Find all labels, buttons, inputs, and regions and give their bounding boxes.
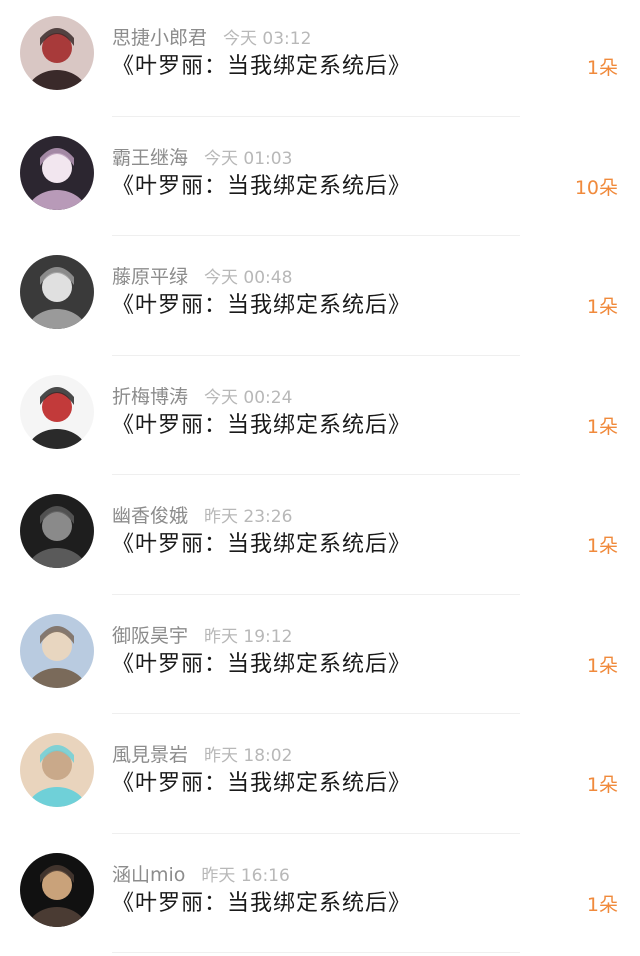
gift-row[interactable]: 御阪昊宇 昨天 19:12 《叶罗丽：当我绑定系统后》 1朵 [0,598,640,718]
avatar-image [20,135,94,210]
book-title[interactable]: 《叶罗丽：当我绑定系统后》 [112,409,411,443]
user-avatar[interactable] [20,255,94,329]
flower-count: 1朵 [586,893,618,916]
book-title[interactable]: 《叶罗丽：当我绑定系统后》 [112,648,411,682]
timestamp: 昨天 18:02 [204,746,293,766]
gift-row[interactable]: 折梅博涛 今天 00:24 《叶罗丽：当我绑定系统后》 1朵 [0,359,640,479]
gift-row[interactable]: 藤原平绿 今天 00:48 《叶罗丽：当我绑定系统后》 1朵 [0,239,640,359]
gift-row[interactable]: 風見景岩 昨天 18:02 《叶罗丽：当我绑定系统后》 1朵 [0,717,640,837]
gift-row[interactable]: 涵山mio 昨天 16:16 《叶罗丽：当我绑定系统后》 1朵 [0,837,640,956]
user-avatar[interactable] [20,613,94,688]
row-meta: 藤原平绿 今天 00:48 [112,263,292,292]
user-avatar[interactable] [20,374,94,449]
flower-count: 1朵 [586,535,618,557]
user-avatar[interactable] [20,135,94,210]
avatar-image [20,16,94,90]
username[interactable]: 折梅博涛 [112,386,188,408]
row-divider [112,115,520,117]
row-divider [112,713,520,714]
row-meta: 涵山mio 昨天 16:16 [112,861,290,890]
timestamp: 昨天 23:26 [204,507,293,527]
gift-list: 思捷小郎君 今天 03:12 《叶罗丽：当我绑定系统后》 1朵 霸王继海 今天 01… [0,0,640,956]
user-avatar[interactable] [20,733,94,807]
avatar-image [20,494,94,568]
user-avatar[interactable] [20,852,94,927]
row-meta: 思捷小郎君 今天 03:12 [112,24,311,53]
row-meta: 霸王继海 今天 01:03 [112,144,292,173]
row-divider [112,235,520,236]
book-title[interactable]: 《叶罗丽：当我绑定系统后》 [112,887,411,921]
book-title[interactable]: 《叶罗丽：当我绑定系统后》 [112,289,411,323]
row-meta: 御阪昊宇 昨天 19:12 [112,622,292,651]
book-title[interactable]: 《叶罗丽：当我绑定系统后》 [112,170,411,204]
user-avatar[interactable] [20,494,94,568]
username[interactable]: 幽香俊娥 [112,505,188,527]
row-meta: 風見景岩 昨天 18:02 [112,741,292,770]
flower-count: 1朵 [586,57,618,79]
gift-row[interactable]: 霸王继海 今天 01:03 《叶罗丽：当我绑定系统后》 10朵 [0,120,640,240]
timestamp: 昨天 19:12 [204,626,293,647]
avatar-image [20,374,94,449]
book-title[interactable]: 《叶罗丽：当我绑定系统后》 [112,767,411,801]
timestamp: 今天 00:24 [204,387,293,408]
row-divider [112,474,520,475]
row-meta: 幽香俊娥 昨天 23:26 [112,502,292,531]
book-title[interactable]: 《叶罗丽：当我绑定系统后》 [112,528,411,562]
flower-count: 10朵 [574,176,618,199]
row-divider [112,952,520,953]
row-divider [112,593,520,595]
flower-count: 1朵 [586,415,618,438]
avatar-image [20,255,94,329]
username[interactable]: 思捷小郎君 [112,27,207,49]
username[interactable]: 涵山mio [112,864,185,886]
flower-count: 1朵 [586,654,618,677]
row-divider [112,832,520,834]
username[interactable]: 御阪昊宇 [112,625,188,647]
row-meta: 折梅博涛 今天 00:24 [112,383,292,412]
timestamp: 昨天 16:16 [201,865,290,886]
username[interactable]: 風見景岩 [112,744,188,766]
timestamp: 今天 03:12 [223,29,312,49]
timestamp: 今天 01:03 [204,148,293,169]
flower-count: 1朵 [586,774,618,796]
flower-count: 1朵 [586,296,618,318]
timestamp: 今天 00:48 [204,268,293,288]
gift-row[interactable]: 思捷小郎君 今天 03:12 《叶罗丽：当我绑定系统后》 1朵 [0,0,640,120]
avatar-image [20,613,94,688]
username[interactable]: 霸王继海 [112,147,188,169]
avatar-image [20,852,94,927]
book-title[interactable]: 《叶罗丽：当我绑定系统后》 [112,50,411,84]
gift-row[interactable]: 幽香俊娥 昨天 23:26 《叶罗丽：当我绑定系统后》 1朵 [0,478,640,598]
row-divider [112,354,520,356]
username[interactable]: 藤原平绿 [112,266,188,288]
user-avatar[interactable] [20,16,94,90]
avatar-image [20,733,94,807]
